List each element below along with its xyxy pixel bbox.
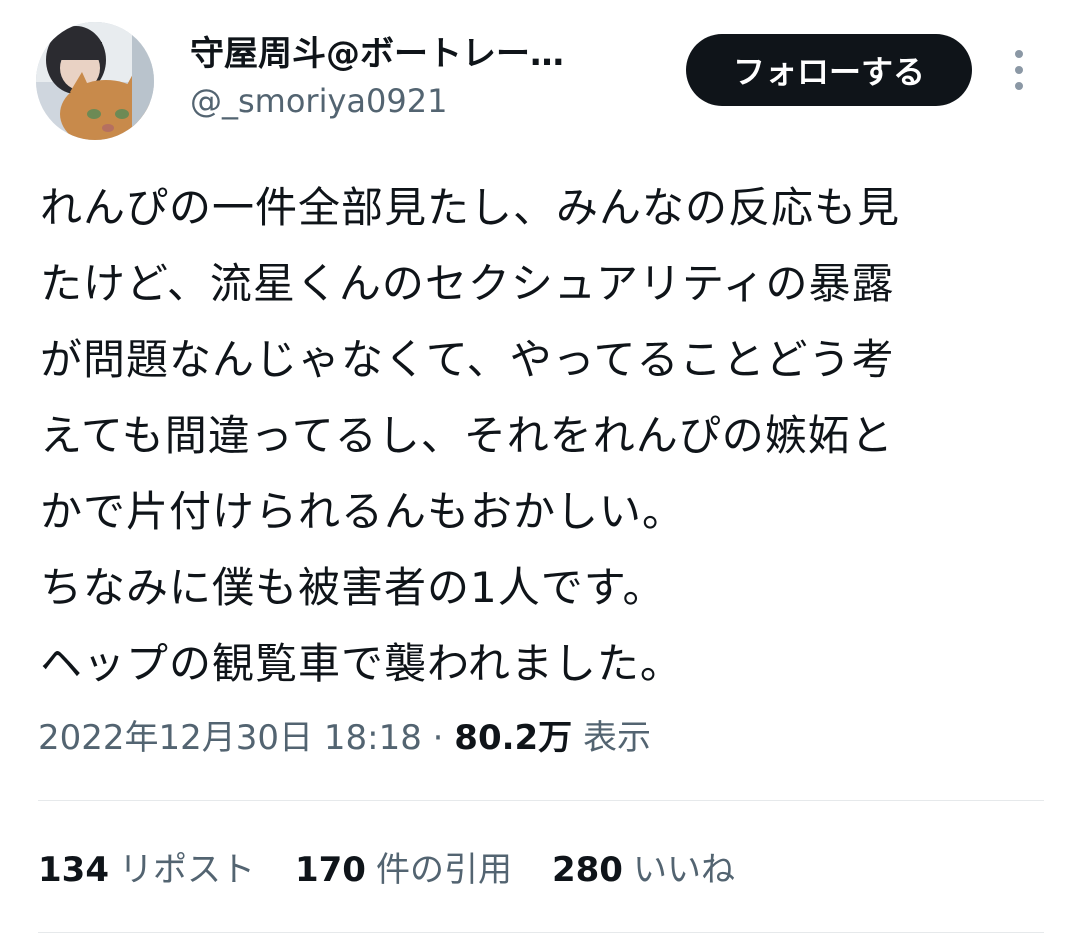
quotes-count: 170 <box>294 850 366 890</box>
more-dot <box>1015 82 1023 90</box>
quotes-label: 件の引用 <box>375 850 512 890</box>
likes-label: いいね <box>632 850 735 890</box>
likes-stat[interactable]: 280 いいね <box>552 840 735 900</box>
meta-separator: · <box>432 718 444 758</box>
tweet-line: たけど、流星くんのセクシュアリティの暴露 <box>40 259 895 308</box>
tweet-line: ヘップの観覧車で襲われました。 <box>40 639 683 688</box>
tweet-text: れんぴの一件全部見たし、みんなの反応も見 たけど、流星くんのセクシュアリティの暴… <box>40 170 1040 702</box>
timestamp[interactable]: 2022年12月30日 18:18 <box>38 718 422 758</box>
reposts-count: 134 <box>38 850 109 890</box>
avatar-photo-icon <box>36 22 154 140</box>
divider <box>38 932 1044 933</box>
views-count: 80.2万 <box>454 718 573 758</box>
quotes-stat[interactable]: 170 件の引用 <box>295 840 512 900</box>
tweet-line: ちなみに僕も被害者の1人です。 <box>40 563 666 612</box>
tweet-line: えても間違ってるし、それをれんぴの嫉妬と <box>40 411 894 460</box>
display-name[interactable]: 守屋周斗@ボートレー… <box>190 32 620 76</box>
avatar[interactable] <box>36 22 154 140</box>
tweet-header: 守屋周斗@ボートレー… @_smoriya0921 フォローする <box>36 22 1044 142</box>
more-dot <box>1015 66 1023 74</box>
more-vertical-icon[interactable] <box>1004 46 1034 94</box>
reposts-label: リポスト <box>118 850 255 890</box>
tweet-line: れんぴの一件全部見たし、みんなの反応も見 <box>40 183 901 232</box>
engagement-stats: 134 リポスト 170 件の引用 280 いいね <box>38 840 775 900</box>
views-label: 表示 <box>583 718 651 758</box>
more-dot <box>1015 50 1023 58</box>
reposts-stat[interactable]: 134 リポスト <box>38 840 255 900</box>
likes-count: 280 <box>551 850 623 890</box>
author-info: 守屋周斗@ボートレー… @_smoriya0921 <box>190 32 670 122</box>
tweet-line: かで片付けられるんもおかしい。 <box>40 487 686 536</box>
follow-button[interactable]: フォローする <box>686 34 972 106</box>
divider <box>38 800 1044 801</box>
tweet-meta: 2022年12月30日 18:18 · 80.2万 表示 <box>38 712 651 764</box>
tweet-line: が問題なんじゃなくて、やってることどう考 <box>40 335 895 384</box>
user-handle[interactable]: @_smoriya0921 <box>190 80 670 122</box>
